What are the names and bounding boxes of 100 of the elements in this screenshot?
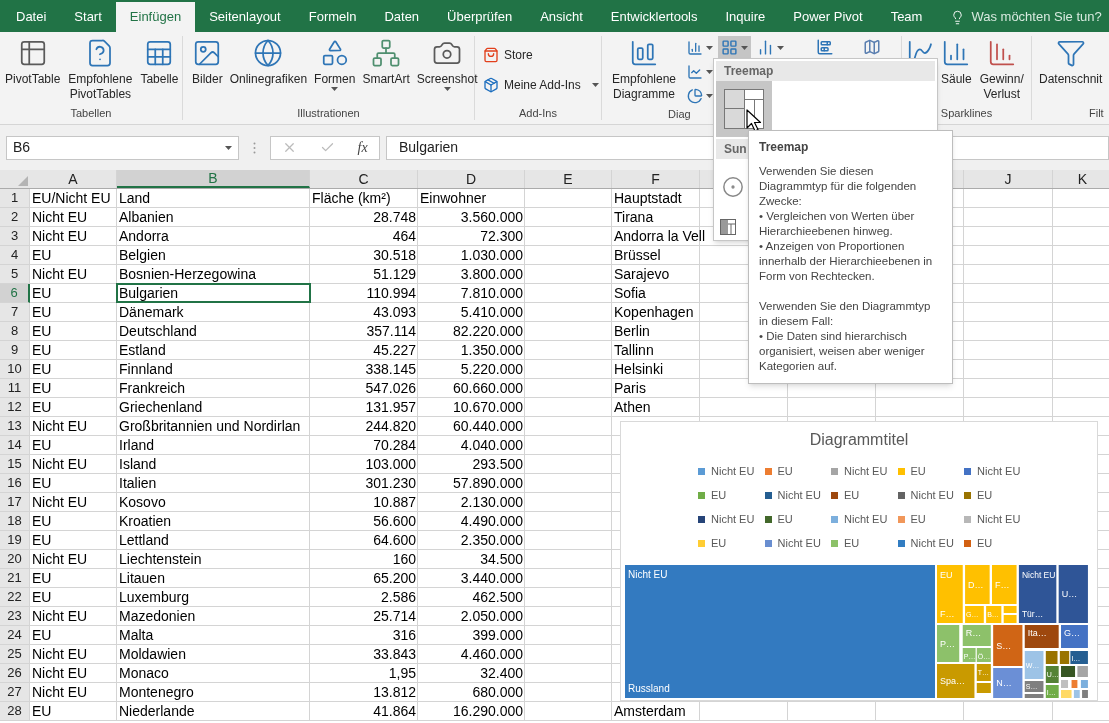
table-button[interactable]: PivotTable (2, 36, 64, 87)
tell-me-input[interactable]: Was möchten Sie tun? (971, 7, 1109, 27)
row-header[interactable]: 3 (0, 227, 30, 246)
treemap-tile[interactable] (1061, 690, 1072, 698)
ribbon-tab[interactable]: Überprüfen (433, 2, 527, 32)
treemap-tile[interactable] (1059, 651, 1070, 664)
row-header[interactable]: 24 (0, 626, 30, 645)
table-cell-text: 57.890.000 (451, 474, 524, 492)
image-button[interactable]: Bilder (189, 36, 226, 87)
menu-chart-item[interactable] (716, 81, 772, 137)
chart-type-button[interactable] (718, 36, 751, 59)
treemap-tile[interactable] (1077, 666, 1088, 677)
insert-function-button[interactable]: fx (357, 137, 368, 158)
store-button[interactable]: Store (483, 46, 601, 64)
column-header[interactable]: B (117, 170, 310, 188)
ribbon-tab[interactable]: Inquire (711, 2, 780, 32)
row-header[interactable]: 20 (0, 550, 30, 569)
table-cell-text: Kroatien (118, 512, 173, 530)
treemap-tile[interactable] (1061, 666, 1076, 677)
ribbon-tab[interactable]: Team (876, 2, 937, 32)
row-header[interactable]: 23 (0, 607, 30, 626)
treemap-tile[interactable]: G… (1061, 625, 1088, 648)
treemap-tile[interactable] (1003, 615, 1017, 623)
treemap-tile[interactable]: Nicht EU Russland (625, 565, 935, 698)
row-header[interactable]: 15 (0, 455, 30, 474)
ribbon-tab[interactable]: Seitenlayout (195, 2, 295, 32)
treemap-tile[interactable]: Nicht EU Tür… (1018, 565, 1057, 623)
treemap-tile[interactable] (1073, 690, 1080, 698)
treemap-tile[interactable] (1024, 694, 1044, 698)
ribbon-tab[interactable]: Daten (370, 2, 434, 32)
row-header[interactable]: 28 (0, 702, 30, 721)
row-header[interactable]: 5 (0, 265, 30, 284)
treemap-tile[interactable]: S… (993, 625, 1023, 666)
caret-icon (741, 45, 748, 50)
row-header[interactable]: 11 (0, 379, 30, 398)
treemap-tile[interactable] (1061, 680, 1069, 688)
table-cell-text: Fläche (km²) (311, 189, 392, 207)
treemap-tile[interactable] (1071, 680, 1078, 688)
ribbon-tab[interactable]: Formeln (294, 2, 371, 32)
row-header[interactable]: 2 (0, 208, 30, 227)
row-header[interactable]: 26 (0, 664, 30, 683)
row-header[interactable]: 9 (0, 341, 30, 360)
row-header[interactable]: 17 (0, 493, 30, 512)
more-charts-icon[interactable] (720, 219, 736, 235)
treemap-tile[interactable] (1045, 651, 1058, 664)
column-chart-button[interactable]: Säule (938, 36, 975, 87)
shapes-button[interactable]: Formen (311, 36, 359, 91)
legend-label: Nicht EU (844, 511, 888, 527)
table-cell-text: Nicht EU (31, 455, 89, 473)
row-header[interactable]: 18 (0, 512, 30, 531)
row-header[interactable]: 6 (0, 284, 30, 303)
row-header[interactable]: 13 (0, 417, 30, 436)
table-cell-text: Nicht EU (31, 227, 89, 245)
row-header[interactable]: 8 (0, 322, 30, 341)
row-header[interactable]: 4 (0, 246, 30, 265)
column-header[interactable]: D (418, 170, 525, 188)
row-header[interactable]: 1 (0, 189, 30, 208)
ribbon-tab[interactable]: Entwicklertools (596, 2, 712, 32)
ribbon-tab[interactable]: Power Pivot (779, 2, 877, 32)
ribbon-tab[interactable]: Einfügen (115, 2, 196, 32)
treemap-tile[interactable]: U… (1058, 565, 1088, 623)
bar-chart-button[interactable]: Empfohlene Diagramme (606, 36, 682, 102)
tile-label: EU (940, 570, 953, 580)
select-all-icon[interactable] (18, 176, 28, 186)
table-cell-text: 4.040.000 (459, 436, 524, 454)
document-question-button[interactable]: Empfohlene PivotTables (64, 36, 137, 102)
add-ins-button[interactable]: Meine Add-Ins (483, 76, 601, 94)
row-header[interactable]: 12 (0, 398, 30, 417)
win-loss-button[interactable]: Gewinn/ Verlust (976, 36, 1027, 102)
treemap-tile[interactable] (1082, 690, 1088, 698)
column-header[interactable]: K (1053, 170, 1109, 188)
ribbon-tab[interactable]: Datei (2, 2, 61, 32)
filter-button[interactable]: Datenschnit (1036, 36, 1106, 87)
row-header[interactable]: 22 (0, 588, 30, 607)
row-header[interactable]: 14 (0, 436, 30, 455)
treemap-tile[interactable] (1080, 680, 1088, 688)
ribbon-tab[interactable]: Start (60, 2, 116, 32)
chart-card[interactable] (620, 421, 1098, 701)
network-button[interactable]: SmartArt (359, 36, 413, 87)
table-cell-text: 3.440.000 (459, 569, 524, 587)
treemap-tile[interactable] (976, 683, 991, 693)
row-header[interactable]: 27 (0, 683, 30, 702)
ribbon-tab[interactable]: Ansicht (526, 2, 597, 32)
globe-button[interactable]: Onlinegrafiken (226, 36, 311, 87)
row-header[interactable]: 16 (0, 474, 30, 493)
column-header[interactable]: J (964, 170, 1053, 188)
treemap-tile[interactable] (1003, 606, 1017, 613)
row-header[interactable]: 25 (0, 645, 30, 664)
row-header[interactable]: 7 (0, 303, 30, 322)
row-header[interactable]: 10 (0, 360, 30, 379)
treemap-tile[interactable]: Ita… (1024, 625, 1059, 648)
column-header[interactable]: C (310, 170, 418, 188)
column-header[interactable]: E (525, 170, 612, 188)
name-box[interactable]: B6 (6, 135, 239, 160)
camera-button[interactable]: Screenshot (413, 36, 481, 91)
row-header[interactable]: 21 (0, 569, 30, 588)
grid-button[interactable]: Tabelle (137, 36, 182, 87)
tell-me-field[interactable]: Was möchten Sie tun? (944, 2, 1109, 32)
column-header[interactable]: F (612, 170, 700, 188)
row-header[interactable]: 19 (0, 531, 30, 550)
